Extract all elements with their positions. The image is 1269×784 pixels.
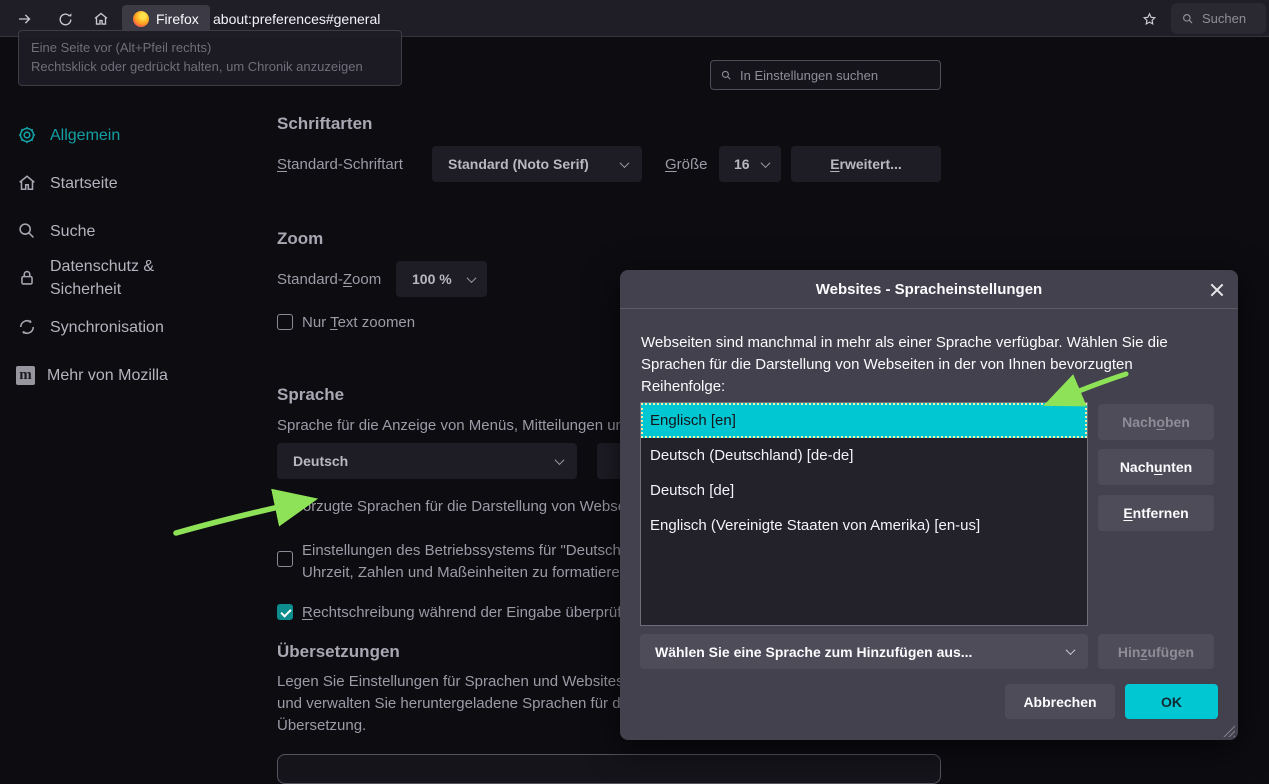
close-icon[interactable] — [1209, 282, 1225, 298]
sidebar-item-synchronisation[interactable]: Synchronisation — [0, 313, 250, 341]
move-down-button[interactable]: Nach unten — [1098, 449, 1214, 485]
chevron-down-icon — [467, 273, 477, 283]
dialog-header: Websites - Spracheinstellungen — [620, 270, 1238, 309]
chevron-down-icon — [555, 455, 565, 465]
tooltip-line-1: Eine Seite vor (Alt+Pfeil rechts) — [31, 38, 389, 57]
ui-language-select[interactable]: Deutsch — [277, 443, 577, 479]
forward-button-tooltip: Eine Seite vor (Alt+Pfeil rechts) Rechts… — [18, 30, 402, 86]
translations-panel-partial — [277, 754, 941, 784]
star-icon — [1141, 11, 1158, 28]
reload-button[interactable] — [52, 6, 78, 32]
search-icon — [720, 69, 733, 82]
search-icon — [1181, 12, 1195, 26]
zoom-heading: Zoom — [277, 229, 323, 249]
website-language-settings-dialog: Websites - Spracheinstellungen Webseiten… — [620, 270, 1238, 740]
mozilla-m-icon — [16, 366, 35, 385]
dialog-title: Websites - Spracheinstellungen — [816, 281, 1042, 298]
default-font-select[interactable]: Standard (Noto Serif) — [432, 146, 642, 182]
toolbar-search-input[interactable] — [1202, 11, 1257, 26]
sync-icon — [16, 316, 38, 338]
gear-icon — [16, 124, 38, 146]
settings-search-input[interactable] — [740, 68, 925, 83]
ui-language-value: Deutsch — [293, 453, 348, 469]
chevron-down-icon — [1066, 645, 1076, 655]
chevron-down-icon — [761, 158, 771, 168]
sidebar-item-datenschutz[interactable]: Datenschutz & Sicherheit — [0, 255, 250, 301]
default-font-label: Standard-Schriftart — [277, 156, 403, 173]
default-zoom-label: Standard-Zoom — [277, 271, 381, 288]
translations-heading: Übersetzungen — [277, 642, 400, 662]
default-zoom-select[interactable]: 100 % — [396, 261, 487, 297]
language-list-item[interactable]: Deutsch (Deutschland) [de-de] — [641, 438, 1087, 473]
sidebar-item-label: Mehr von Mozilla — [47, 364, 222, 387]
forward-icon — [16, 10, 34, 28]
lock-icon — [16, 267, 38, 289]
font-size-select[interactable]: 16 — [719, 146, 781, 182]
sidebar-item-label: Suche — [50, 220, 225, 243]
identity-chip-label: Firefox — [156, 11, 199, 27]
search-icon — [16, 220, 38, 242]
default-zoom-value: 100 % — [412, 271, 452, 287]
spellcheck-checkbox[interactable] — [277, 604, 293, 620]
sidebar-item-label: Allgemein — [50, 124, 225, 147]
move-up-button[interactable]: Nach oben — [1098, 404, 1214, 440]
cancel-button[interactable]: Abbrechen — [1005, 684, 1115, 719]
text-only-zoom-checkbox[interactable] — [277, 314, 293, 330]
reload-icon — [57, 11, 74, 28]
dialog-description: Webseiten sind manchmal in mehr als eine… — [641, 332, 1197, 398]
sidebar-item-label: Synchronisation — [50, 316, 225, 339]
fonts-heading: Schriftarten — [277, 114, 372, 134]
sidebar-item-label: Datenschutz & Sicherheit — [50, 255, 225, 301]
home-button[interactable] — [88, 6, 114, 32]
add-language-select[interactable]: Wählen Sie eine Sprache zum Hinzufügen a… — [640, 634, 1088, 669]
translations-description: Legen Sie Einstellungen für Sprachen und… — [277, 671, 652, 737]
language-heading: Sprache — [277, 385, 344, 405]
chevron-down-icon — [620, 158, 630, 168]
font-size-label: Größe — [665, 156, 708, 173]
add-button[interactable]: Hinzufügen — [1098, 634, 1214, 669]
language-list-item[interactable]: Englisch (Vereinigte Staaten von Amerika… — [641, 508, 1087, 543]
tooltip-line-2: Rechtsklick oder gedrückt halten, um Chr… — [31, 57, 389, 76]
firefox-logo-icon — [133, 11, 149, 27]
add-language-placeholder: Wählen Sie eine Sprache zum Hinzufügen a… — [655, 644, 972, 660]
spellcheck-label: Rechtschreibung während der Eingabe über… — [302, 604, 638, 621]
language-list-item[interactable]: Englisch [en] — [641, 403, 1087, 438]
home-icon — [92, 10, 110, 28]
sidebar-item-label: Startseite — [50, 172, 225, 195]
settings-search-box[interactable] — [710, 60, 941, 90]
sidebar-item-allgemein[interactable]: Allgemein — [0, 121, 250, 149]
fonts-advanced-button[interactable]: Erweitert... — [791, 146, 941, 182]
toolbar-search-box[interactable] — [1171, 3, 1266, 34]
forward-button[interactable] — [12, 6, 38, 32]
sidebar-item-mehr-von-mozilla[interactable]: Mehr von Mozilla — [0, 361, 250, 389]
font-size-value: 16 — [734, 156, 750, 172]
sidebar-item-suche[interactable]: Suche — [0, 217, 250, 245]
remove-button[interactable]: Entfernen — [1098, 495, 1214, 531]
ok-button[interactable]: OK — [1125, 684, 1218, 719]
bookmark-star-button[interactable] — [1136, 6, 1162, 32]
language-list[interactable]: Englisch [en]Deutsch (Deutschland) [de-d… — [640, 402, 1088, 626]
sidebar-item-startseite[interactable]: Startseite — [0, 169, 250, 197]
text-only-zoom-label: Nur Text zoomen — [302, 314, 415, 331]
language-list-item[interactable]: Deutsch [de] — [641, 473, 1087, 508]
home-icon — [16, 172, 38, 194]
urlbar-identity-chip[interactable]: Firefox — [122, 5, 210, 32]
dialog-resize-grip[interactable] — [1222, 724, 1235, 737]
os-format-checkbox[interactable] — [277, 551, 293, 567]
default-font-value: Standard (Noto Serif) — [448, 156, 589, 172]
